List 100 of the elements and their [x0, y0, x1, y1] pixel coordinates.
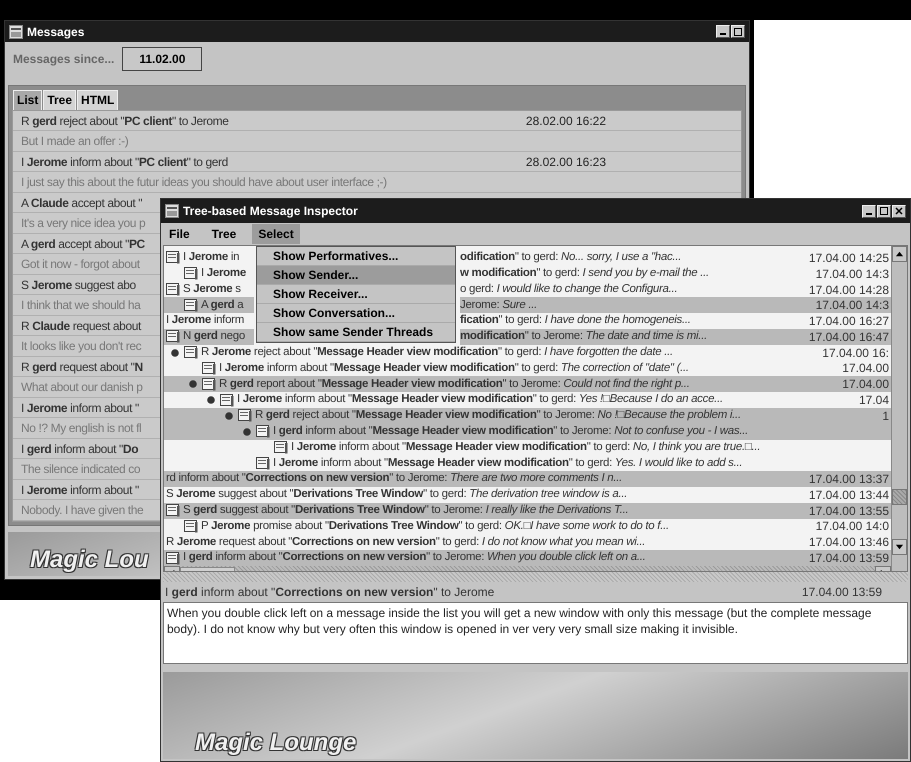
- tree-row[interactable]: I Jerome inform about "Message Header view modification" to gerd: The correction of "date" (... 17.04.00: [164, 360, 891, 376]
- message-header[interactable]: S Jerome suggest abo: [21, 276, 136, 294]
- tree-row[interactable]: modification" to Jerome: The date and time is mi... 17.04.00 16:47: [460, 328, 891, 345]
- tree-row[interactable]: rd inform about "Corrections on new version" to Jerome: There are two more comments I n... 17.04.00 13:37: [164, 471, 891, 487]
- message-body: I just say this about the futur ideas you should have about user interface ;-): [21, 174, 387, 192]
- message-header[interactable]: R Claude request about: [21, 316, 141, 335]
- maximize-button[interactable]: [877, 204, 891, 218]
- row-text: I Jerome inform about "Message Header view modification" to gerd: No, I think you are true.□...: [291, 440, 760, 455]
- tree-row[interactable]: fication" to gerd: I have done the homogeneis... 17.04.00 16:27: [460, 313, 891, 329]
- expand-handle-icon[interactable]: [171, 348, 179, 357]
- tree-row[interactable]: I Jerome inform about "Message Header view modification" to gerd: No, I think you are true.□...: [164, 440, 891, 456]
- row-date: 17.04.00 13:55: [808, 502, 890, 520]
- message-body: What about our danish p: [21, 379, 143, 396]
- row-text: R Jerome reject about "Message Header view modification" to gerd: I have forgotten the date ...: [201, 345, 673, 360]
- message-header[interactable]: A gerd accept about "PC: [21, 234, 145, 253]
- message-header[interactable]: I Jerome inform about "PC client" to gerd: [21, 152, 228, 171]
- row-text: o gerd: I would like to change the Configura...: [460, 282, 678, 297]
- scroll-down-button[interactable]: [892, 539, 907, 555]
- date-field[interactable]: 11.02.00: [122, 47, 202, 72]
- logo-text: Magic Lounge: [195, 731, 356, 755]
- message-header[interactable]: R gerd reject about "PC client" to Jerome: [21, 112, 229, 130]
- tree-row[interactable]: Jerome: Sure ... 17.04.00 14:3: [460, 297, 891, 314]
- tree-row[interactable]: I Jerome inform about "Message Header view modification" to gerd: Yes !□Because I do an acce... 17.04: [164, 392, 891, 408]
- tree-row[interactable]: R Jerome reject about "Message Header view modification" to gerd: I have forgotten the date ... 17.04.00 16:: [164, 344, 891, 361]
- tree-row[interactable]: R gerd reject about "Message Header view modification" to Jerome: No !□Because the problem i... 1: [164, 408, 891, 424]
- message-body: The silence indicated co: [21, 461, 140, 478]
- expand-handle-icon[interactable]: [225, 412, 233, 420]
- message-header[interactable]: I Jerome inform about ": [21, 398, 139, 417]
- message-header[interactable]: R gerd request about "N: [21, 358, 143, 376]
- row-text: odification" to gerd: No... sorry, I use a "hac...: [460, 250, 682, 266]
- row-text: R gerd report about "Message Header view modification" to Jerome: Could not find the right p...: [219, 376, 690, 392]
- row-text: w modification" to gerd: I send you by e-mail the ...: [460, 266, 709, 282]
- close-button[interactable]: [892, 204, 906, 218]
- scroll-up-button[interactable]: [892, 246, 907, 262]
- row-text: R gerd reject about "Message Header view modification" to Jerome: No !□Because the problem i...: [255, 408, 741, 424]
- menu-item[interactable]: File: [163, 224, 196, 244]
- app-icon: [9, 24, 23, 39]
- message-body: I think that we should ha: [21, 297, 140, 314]
- minimize-icon: [720, 33, 726, 36]
- tree-row[interactable]: I Jerome inform: [164, 313, 254, 329]
- tree-row[interactable]: I gerd inform about "Message Header view modification" to Jerome: Not to confuse you - I was...: [164, 424, 891, 440]
- tree-row[interactable]: o gerd: I would like to change the Configura... 17.04.00 14:28: [460, 282, 891, 298]
- message-text: When you double click left on a message inside the list you will get a new window with only this message (but the complete message body). I do not know why but very often this window is opened in ver very very small size making it invisible.: [167, 605, 872, 637]
- tree-row[interactable]: w modification" to gerd: I send you by e-mail the ... 17.04.00 14:3: [460, 266, 891, 282]
- dropdown-item[interactable]: Show same Sender Threads: [257, 323, 455, 342]
- row-date: 17.04.00 13:37: [808, 471, 890, 488]
- row-text: I Jerome in: [183, 250, 240, 266]
- tab[interactable]: Tree: [43, 90, 76, 110]
- menu-item[interactable]: Select: [252, 224, 300, 244]
- tree-row[interactable]: odification" to gerd: No... sorry, I use a "hac... 17.04.00 14:25: [460, 250, 891, 266]
- message-date: 28.02.00 16:22: [526, 112, 606, 130]
- minimize-button[interactable]: [716, 25, 730, 38]
- message-header[interactable]: I Jerome inform about ": [21, 480, 139, 499]
- tree-row[interactable]: A gerd a: [164, 297, 254, 314]
- dropdown-item[interactable]: Show Conversation...: [257, 304, 455, 323]
- expand-handle-icon[interactable]: [207, 396, 215, 404]
- row-text: I Jerome inform: [166, 313, 244, 328]
- row-date: 17.04.00 14:3: [816, 297, 890, 314]
- message-body: Got it now - forgot about: [21, 256, 140, 274]
- expand-handle-icon[interactable]: [243, 428, 251, 436]
- tree-row[interactable]: I gerd inform about "Corrections on new version" to Jerome: When you double click left on a... 17.04.00 13:59: [164, 550, 891, 566]
- minimize-button[interactable]: [862, 204, 876, 218]
- arrow-down-icon: [895, 542, 904, 552]
- row-date: 17.04.00: [842, 360, 890, 378]
- tree-row[interactable]: R Jerome request about "Corrections on new version" to gerd: I do not know what you mean wi... 17.04.00 13:46: [164, 534, 891, 550]
- tree-row[interactable]: S gerd suggest about "Derivations Tree Window" to Jerome: I really like the Derivations T... 17.04.00 13:55: [164, 502, 891, 519]
- dropdown-item[interactable]: Show Receiver...: [257, 285, 455, 304]
- tree-row[interactable]: R gerd report about "Message Header view modification" to Jerome: Could not find the right p... 17.04.00: [164, 376, 891, 392]
- row-text: I Jerome inform about "Message Header view modification" to gerd: Yes. I would like to add s...: [273, 456, 742, 471]
- tab[interactable]: HTML: [77, 90, 118, 110]
- app-icon: [165, 204, 179, 218]
- expand-handle-icon[interactable]: [189, 380, 197, 388]
- tab[interactable]: List: [13, 90, 42, 110]
- field-label: Messages since...: [13, 51, 114, 68]
- row-text: Jerome: Sure ...: [460, 298, 538, 313]
- message-header[interactable]: I gerd inform about "Do: [21, 440, 138, 458]
- row-date: 17.04.00 16:47: [808, 328, 890, 346]
- menu-item[interactable]: Tree: [206, 224, 242, 244]
- close-icon: [895, 207, 903, 215]
- message-text-area[interactable]: [163, 602, 908, 664]
- message-body: No !? My english is not fl: [21, 420, 142, 438]
- vertical-scrollbar[interactable]: [891, 246, 907, 571]
- row-text: P Jerome promise about "Derivations Tree Window" to gerd: OK.□I have some work to do to f...: [201, 518, 669, 534]
- tree-row[interactable]: S Jerome s: [164, 282, 254, 298]
- message-header[interactable]: A Claude accept about ": [21, 194, 142, 212]
- tree-row[interactable]: I Jerome inform about "Message Header view modification" to gerd: Yes. I would like to add s...: [164, 455, 891, 472]
- maximize-icon: [880, 207, 888, 215]
- tree-row[interactable]: P Jerome promise about "Derivations Tree Window" to gerd: OK.□I have some work to do to f... 17.04.00 14:0: [164, 518, 891, 534]
- row-text: I gerd inform about "Corrections on new version" to Jerome: When you double click left on a...: [183, 550, 646, 566]
- message-body: But I made an offer :-): [21, 133, 128, 150]
- row-text: S gerd suggest about "Derivations Tree Window" to Jerome: I really like the Derivations T...: [183, 503, 628, 518]
- tree-row[interactable]: I Jerome: [164, 266, 254, 282]
- minimize-icon: [866, 212, 872, 214]
- tree-row[interactable]: S Jerome suggest about "Derivations Tree Window" to gerd: The derivation tree window is a... 17.04.00 13:44: [164, 486, 891, 503]
- tree-row[interactable]: I Jerome in: [164, 250, 254, 266]
- dropdown-item[interactable]: Show Sender...: [257, 266, 455, 285]
- row-date: 17.04.00 14:0: [816, 518, 890, 536]
- maximize-button[interactable]: [731, 25, 745, 38]
- tree-row[interactable]: N gerd nego: [164, 328, 254, 345]
- row-text: S Jerome s: [183, 282, 241, 297]
